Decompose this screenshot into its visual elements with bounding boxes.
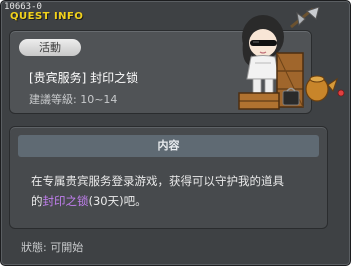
- quest-type-badge: 活動: [19, 39, 81, 56]
- halberd-icon: [290, 7, 320, 29]
- reward-item-name: 封印之锁: [42, 194, 89, 208]
- quest-info-window: 10663-0 QUEST INFO 活動 [贵宾服务] 封印之锁 建議等級: …: [0, 0, 351, 266]
- content-header: 内容: [18, 135, 319, 157]
- quest-description: 在专属贵宾服务登录游戏，获得可以守护我的道具 的封印之锁(30天)吧。: [31, 171, 313, 211]
- quest-content-panel: 内容 在专属贵宾服务登录游戏，获得可以守护我的道具 的封印之锁(30天)吧。: [9, 126, 328, 229]
- description-line-1: 在专属贵宾服务登录游戏，获得可以守护我的道具: [31, 174, 284, 188]
- description-line-2: 的封印之锁(30天)吧。: [31, 191, 313, 211]
- npc-portrait: [238, 7, 345, 110]
- recommended-level: 建議等級: 10~14: [29, 93, 118, 106]
- quest-status: 狀態: 可開始: [21, 241, 84, 254]
- golden-ornament-icon: [305, 75, 338, 102]
- description-suffix: (30天)吧。: [88, 194, 147, 208]
- briefcase-icon: [282, 87, 300, 106]
- gem-icon: [337, 89, 345, 97]
- quest-name: [贵宾服务] 封印之锁: [29, 71, 139, 85]
- window-title: QUEST INFO: [10, 11, 84, 22]
- description-prefix: 的: [31, 194, 43, 208]
